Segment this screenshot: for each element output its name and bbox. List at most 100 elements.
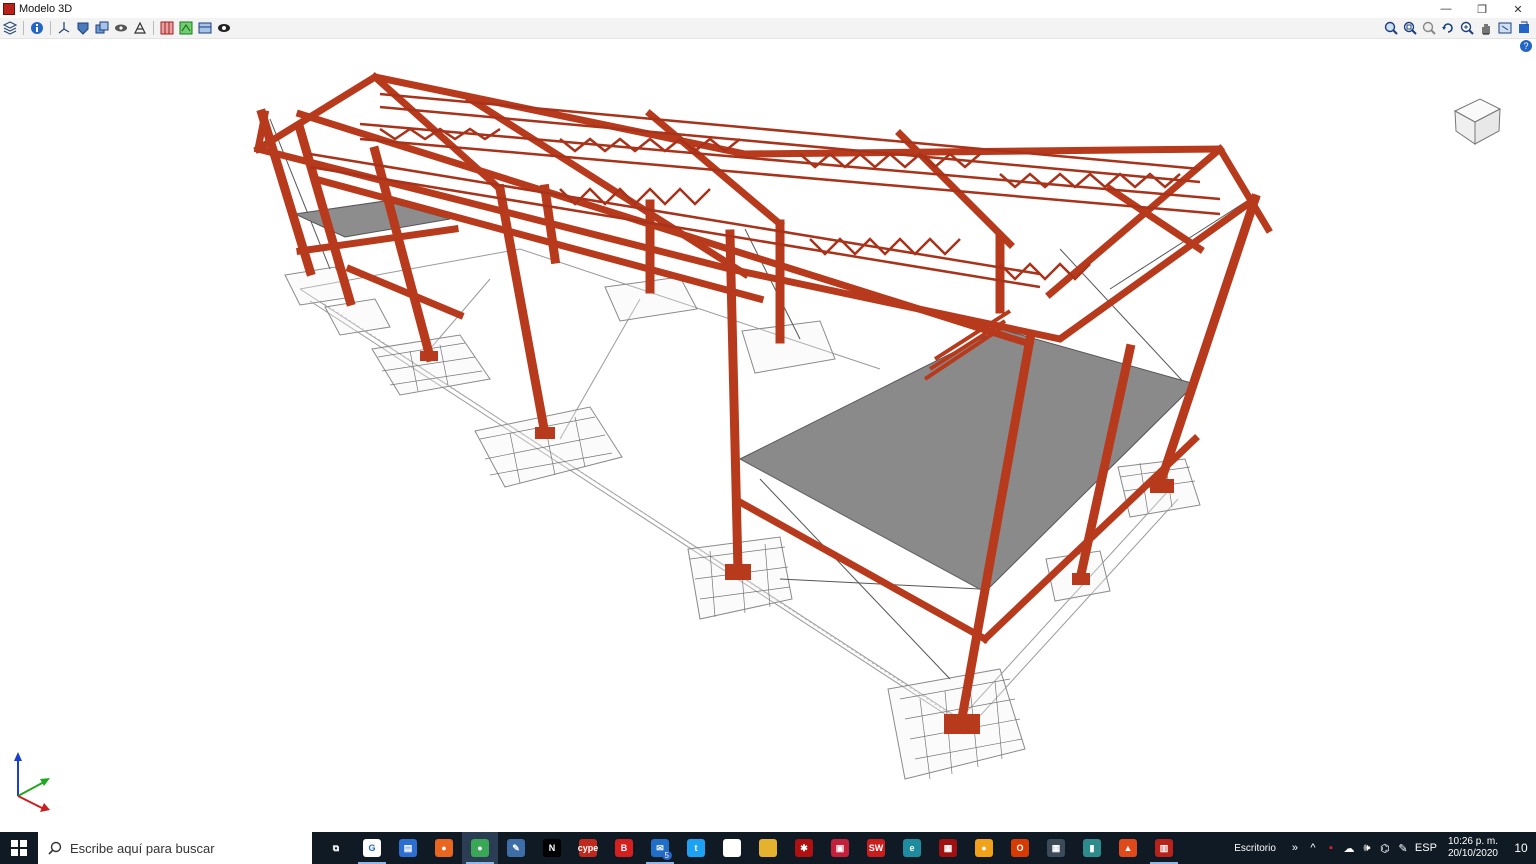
layers-icon[interactable] bbox=[2, 20, 18, 36]
red-app-icon: ✱ bbox=[795, 839, 813, 857]
taskbar-app-netflix[interactable]: N bbox=[534, 832, 570, 864]
taskbar-app-cad[interactable]: ▦ bbox=[930, 832, 966, 864]
chevron-icon[interactable]: » bbox=[1286, 842, 1304, 854]
zoom-window-icon[interactable] bbox=[1402, 20, 1418, 36]
clock-date: 20/10/2020 bbox=[1447, 848, 1498, 859]
view-cube[interactable] bbox=[1453, 98, 1502, 145]
colors-icon[interactable] bbox=[178, 20, 194, 36]
taskbar-app-cype[interactable]: cype bbox=[570, 832, 606, 864]
system-tray: Escritorio » ^ ▪ ☁ 🕪 ⌬ ✎ ESP 10:26 p. m.… bbox=[1234, 832, 1536, 864]
pan-icon[interactable] bbox=[1478, 20, 1494, 36]
panel-icon[interactable] bbox=[197, 20, 213, 36]
solidworks-icon: SW bbox=[867, 839, 885, 857]
structure-render bbox=[14, 72, 1502, 812]
taskbar-app-solidworks[interactable]: SW bbox=[858, 832, 894, 864]
notification-icon: 10 bbox=[1514, 841, 1528, 855]
firefox-icon: ● bbox=[435, 839, 453, 857]
tray-app-icon[interactable]: ▪ bbox=[1322, 842, 1340, 854]
title-bar: Modelo 3D — ❐ ✕ bbox=[0, 0, 1536, 18]
taskbar-app-office[interactable]: O bbox=[1002, 832, 1038, 864]
eye-hide-icon[interactable] bbox=[113, 20, 129, 36]
pen-icon[interactable]: ✎ bbox=[1394, 842, 1412, 855]
structure-icon[interactable] bbox=[132, 20, 148, 36]
rotate-icon[interactable] bbox=[1440, 20, 1456, 36]
axes-gizmo bbox=[14, 752, 50, 812]
toolbar-separator bbox=[153, 21, 154, 35]
folder-icon bbox=[759, 839, 777, 857]
toolbar-separator bbox=[23, 21, 24, 35]
taskbar-app-red-app[interactable]: ✱ bbox=[786, 832, 822, 864]
zoom-icon[interactable] bbox=[1459, 20, 1475, 36]
cype-icon: cype bbox=[578, 839, 598, 857]
taskbar-app-twitter[interactable]: t bbox=[678, 832, 714, 864]
copy-view-icon[interactable] bbox=[94, 20, 110, 36]
axes-icon[interactable] bbox=[56, 20, 72, 36]
search-placeholder: Escribe aquí para buscar bbox=[70, 840, 215, 856]
taskbar-app-mail[interactable]: ✉ 5 bbox=[642, 832, 678, 864]
cloud-icon[interactable]: ☁ bbox=[1340, 842, 1358, 855]
taskbar-app-chart-app[interactable]: ▮ bbox=[1074, 832, 1110, 864]
taskbar-app-cypecad[interactable]: ▥ bbox=[1146, 832, 1182, 864]
eye-icon[interactable] bbox=[216, 20, 232, 36]
mail-badge: 5 bbox=[661, 851, 672, 860]
3d-viewport[interactable] bbox=[0, 39, 1536, 831]
taskbar-apps: ⧉ G ▤ ● ● ✎ Ncype B ✉ 5 t ✱ ▣ SW e ▦ ● O ▦ ▮ ▲ ▥ bbox=[318, 832, 1182, 864]
chart-app-icon: ▮ bbox=[1083, 839, 1101, 857]
taskbar-app-tool[interactable]: ✎ bbox=[498, 832, 534, 864]
taskbar-app-file[interactable] bbox=[714, 832, 750, 864]
toolbar-separator bbox=[50, 21, 51, 35]
taskbar: Escribe aquí para buscar ⧉ G ▤ ● ● ✎ Ncype B ✉ 5 t… bbox=[0, 832, 1536, 864]
tool-icon: ✎ bbox=[507, 839, 525, 857]
close-button[interactable]: ✕ bbox=[1500, 0, 1536, 18]
taskbar-app-pdf[interactable]: ▲ bbox=[1110, 832, 1146, 864]
twitter-icon: t bbox=[687, 839, 705, 857]
toolbar-left bbox=[2, 20, 232, 36]
taskbar-app-folder[interactable] bbox=[750, 832, 786, 864]
taskbar-app-firefox[interactable]: ● bbox=[426, 832, 462, 864]
grid-icon[interactable] bbox=[159, 20, 175, 36]
tray-up-icon[interactable]: ^ bbox=[1304, 842, 1322, 854]
start-button[interactable] bbox=[0, 832, 38, 864]
google-icon: G bbox=[363, 839, 381, 857]
taskbar-app-gift[interactable]: ▣ bbox=[822, 832, 858, 864]
chrome-icon: ● bbox=[471, 839, 489, 857]
taskbar-app-edge[interactable]: e bbox=[894, 832, 930, 864]
minimize-button[interactable]: — bbox=[1428, 0, 1464, 18]
notification-button[interactable]: 10 bbox=[1506, 832, 1536, 864]
restore-button[interactable]: ❐ bbox=[1464, 0, 1500, 18]
shield-icon[interactable] bbox=[75, 20, 91, 36]
wifi-icon[interactable]: ⌬ bbox=[1376, 842, 1394, 855]
file-icon bbox=[723, 839, 741, 857]
toolbar bbox=[0, 18, 1536, 39]
volume-icon[interactable]: 🕪 bbox=[1358, 842, 1376, 855]
store-icon: ▤ bbox=[399, 839, 417, 857]
taskbar-app-chrome[interactable]: ● bbox=[462, 832, 498, 864]
export-icon[interactable] bbox=[1516, 20, 1532, 36]
desktop-label[interactable]: Escritorio bbox=[1234, 843, 1276, 854]
taskbar-app-b-app[interactable]: B bbox=[606, 832, 642, 864]
clock-time: 10:26 p. m. bbox=[1447, 836, 1498, 847]
b-app-icon: B bbox=[615, 839, 633, 857]
clock[interactable]: 10:26 p. m. 20/10/2020 bbox=[1448, 836, 1498, 860]
cypecad-icon: ▥ bbox=[1155, 839, 1173, 857]
info-icon[interactable] bbox=[29, 20, 45, 36]
search-input[interactable]: Escribe aquí para buscar bbox=[38, 832, 312, 864]
office-icon: O bbox=[1011, 839, 1029, 857]
window-controls: — ❐ ✕ bbox=[1428, 0, 1536, 18]
taskbar-app-store[interactable]: ▤ bbox=[390, 832, 426, 864]
edge-icon: e bbox=[903, 839, 921, 857]
pdf-icon: ▲ bbox=[1119, 839, 1137, 857]
app-icon bbox=[3, 3, 15, 15]
windows-icon bbox=[11, 840, 27, 856]
language-indicator[interactable]: ESP bbox=[1412, 842, 1440, 854]
taskbar-app-chat[interactable]: ● bbox=[966, 832, 1002, 864]
netflix-icon: N bbox=[543, 839, 561, 857]
window-title: Modelo 3D bbox=[19, 3, 73, 15]
taskbar-app-calculator[interactable]: ▦ bbox=[1038, 832, 1074, 864]
zoom-all-icon[interactable] bbox=[1383, 20, 1399, 36]
taskbar-app-task-view[interactable]: ⧉ bbox=[318, 832, 354, 864]
view-window-icon[interactable] bbox=[1497, 20, 1513, 36]
chat-icon: ● bbox=[975, 839, 993, 857]
taskbar-app-google[interactable]: G bbox=[354, 832, 390, 864]
zoom-prev-icon[interactable] bbox=[1421, 20, 1437, 36]
